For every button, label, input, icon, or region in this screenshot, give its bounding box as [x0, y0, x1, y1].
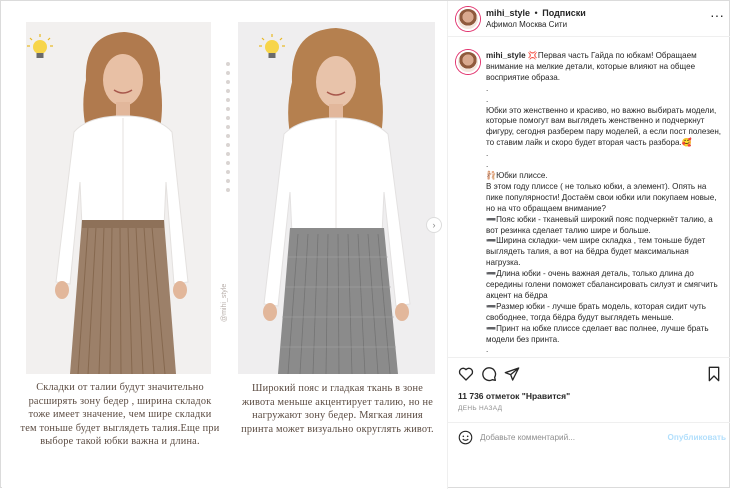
post-timestamp: ДЕНЬ НАЗАД — [458, 405, 503, 412]
comment-icon[interactable] — [481, 366, 497, 382]
woman-pleated-skirt-beige — [26, 22, 211, 374]
share-icon[interactable] — [504, 366, 520, 382]
likes-count[interactable]: 11 736 отметок "Нравится" — [458, 391, 570, 401]
bookmark-icon[interactable] — [706, 366, 722, 382]
lightbulb-icon — [259, 34, 285, 58]
location-link[interactable]: Афимол Москва Сити — [486, 20, 567, 29]
post-sidebar: mihi_style • Подписки Афимол Москва Сити… — [447, 1, 730, 489]
caption-text: mihi_style 💢Первая часть Гайда по юбкам!… — [486, 51, 724, 356]
carousel-dots — [225, 62, 231, 197]
slide-caption-right: Широкий пояс и гладкая ткань в зоне живо… — [241, 383, 434, 435]
following-button[interactable]: Подписки — [542, 8, 586, 18]
comment-input[interactable] — [480, 429, 660, 446]
post-media: @mihi_style › Складки от талии будут зна… — [2, 2, 447, 488]
emoji-icon[interactable] — [458, 430, 473, 445]
skirt-left — [70, 220, 176, 374]
slide-image-left — [26, 22, 211, 374]
action-bar — [448, 357, 730, 387]
chevron-right-icon: › — [432, 220, 436, 230]
add-comment-bar: Опубликовать — [448, 422, 730, 452]
heart-icon[interactable] — [458, 366, 474, 382]
woman-plaid-skirt-grey — [238, 22, 435, 374]
post-header: mihi_style • Подписки Афимол Москва Сити… — [448, 1, 730, 37]
avatar[interactable] — [456, 7, 480, 31]
watermark: @mihi_style — [221, 283, 228, 322]
slide-caption-left: Складки от талии будут значительно расши… — [20, 382, 220, 448]
separator: • — [534, 8, 538, 18]
avatar[interactable] — [456, 50, 480, 74]
slide-image-right — [238, 22, 435, 374]
more-options-icon[interactable]: ··· — [710, 8, 724, 22]
post-author: mihi_style • Подписки — [486, 8, 586, 18]
caption-body: 💢Первая часть Гайда по юбкам! Обращаем в… — [486, 51, 722, 355]
next-slide-button[interactable]: › — [426, 217, 442, 233]
post-modal: @mihi_style › Складки от талии будут зна… — [0, 0, 730, 489]
lightbulb-icon — [27, 34, 53, 58]
publish-button[interactable]: Опубликовать — [668, 433, 726, 442]
caption-username[interactable]: mihi_style — [486, 51, 526, 60]
username-link[interactable]: mihi_style — [486, 8, 530, 18]
caption-block: mihi_style 💢Первая часть Гайда по юбкам!… — [448, 38, 730, 356]
